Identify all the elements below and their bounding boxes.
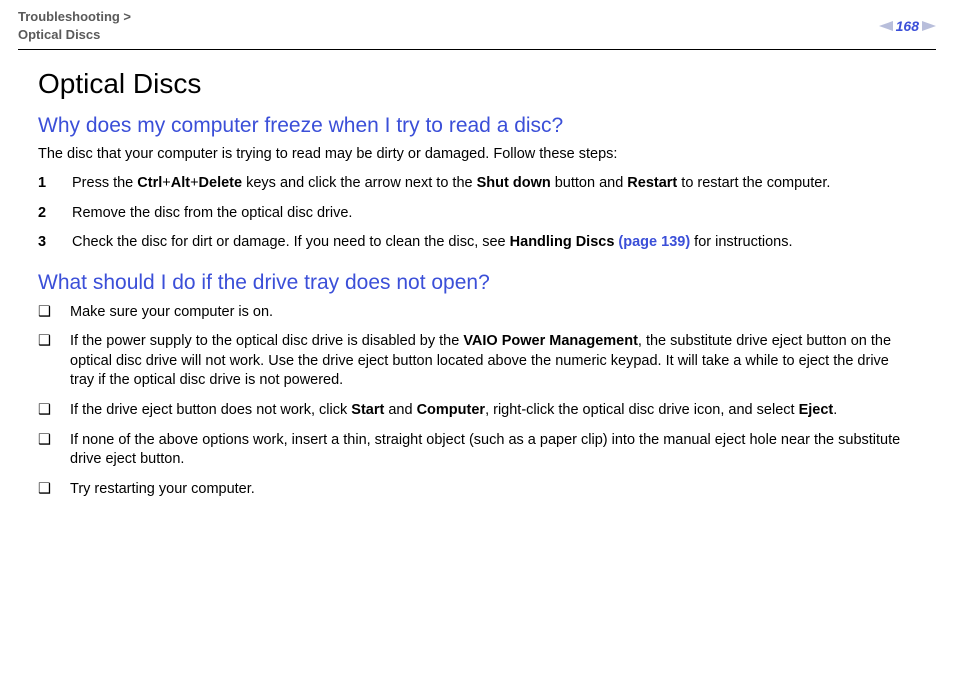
bullet-text: Try restarting your computer. — [70, 480, 255, 500]
bullet-text: If the drive eject button does not work,… — [70, 401, 837, 421]
breadcrumb-line2: Optical Discs — [18, 26, 131, 44]
page-title: Optical Discs — [38, 68, 916, 100]
step-text: Press the Ctrl+Alt+Delete keys and click… — [72, 174, 830, 194]
section1-lead: The disc that your computer is trying to… — [38, 146, 916, 162]
bullet-icon: ❑ — [38, 431, 52, 470]
breadcrumb-line1: Troubleshooting > — [18, 8, 131, 26]
bullet-text: If the power supply to the optical disc … — [70, 332, 916, 391]
section1-heading: Why does my computer freeze when I try t… — [38, 114, 916, 138]
list-item: ❑ If none of the above options work, ins… — [38, 431, 916, 470]
step-row: 1 Press the Ctrl+Alt+Delete keys and cli… — [38, 174, 916, 194]
list-item: ❑ Make sure your computer is on. — [38, 303, 916, 323]
numbered-steps: 1 Press the Ctrl+Alt+Delete keys and cli… — [38, 174, 916, 253]
bullet-text: If none of the above options work, inser… — [70, 431, 916, 470]
breadcrumb: Troubleshooting > Optical Discs — [18, 8, 131, 43]
page-link[interactable]: (page 139) — [614, 234, 690, 250]
bullet-icon: ❑ — [38, 401, 52, 421]
step-number: 1 — [38, 174, 50, 194]
step-number: 2 — [38, 204, 50, 224]
bullet-icon: ❑ — [38, 480, 52, 500]
list-item: ❑ Try restarting your computer. — [38, 480, 916, 500]
bullet-icon: ❑ — [38, 303, 52, 323]
next-page-icon[interactable] — [922, 21, 936, 31]
bullet-text: Make sure your computer is on. — [70, 303, 273, 323]
header-rule — [18, 49, 936, 50]
list-item: ❑ If the power supply to the optical dis… — [38, 332, 916, 391]
section2-heading: What should I do if the drive tray does … — [38, 271, 916, 295]
prev-page-icon[interactable] — [879, 21, 893, 31]
page-header: Troubleshooting > Optical Discs 168 — [18, 8, 936, 49]
step-text: Check the disc for dirt or damage. If yo… — [72, 233, 793, 253]
page-content: Optical Discs Why does my computer freez… — [18, 68, 936, 499]
list-item: ❑ If the drive eject button does not wor… — [38, 401, 916, 421]
step-row: 2 Remove the disc from the optical disc … — [38, 204, 916, 224]
bullet-list: ❑ Make sure your computer is on. ❑ If th… — [38, 303, 916, 500]
page-number: 168 — [896, 18, 919, 34]
page-number-nav: 168 — [879, 18, 936, 34]
bullet-icon: ❑ — [38, 332, 52, 391]
step-text: Remove the disc from the optical disc dr… — [72, 204, 352, 224]
step-row: 3 Check the disc for dirt or damage. If … — [38, 233, 916, 253]
step-number: 3 — [38, 233, 50, 253]
